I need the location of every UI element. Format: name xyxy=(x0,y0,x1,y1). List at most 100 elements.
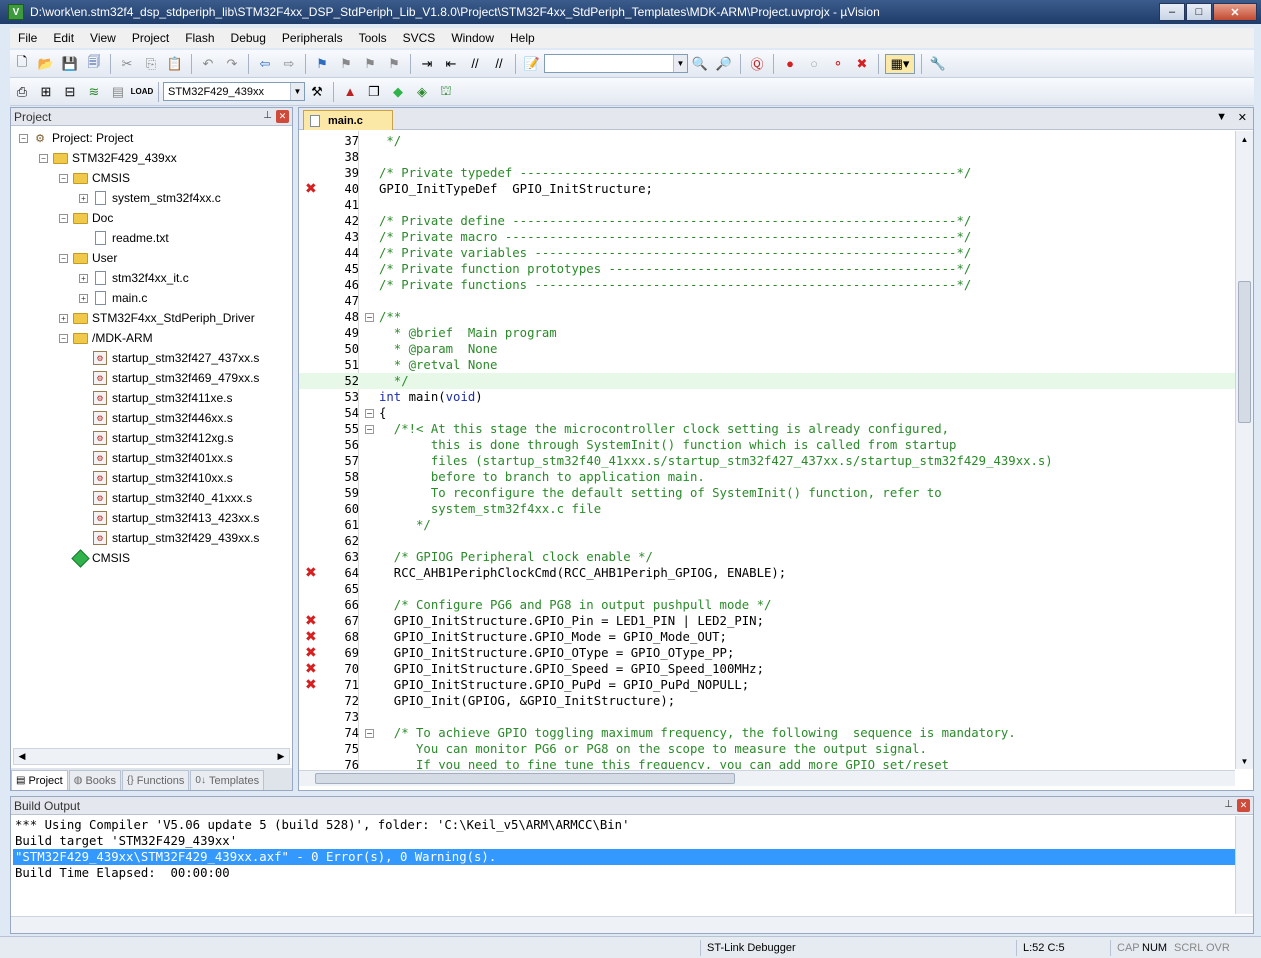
save-icon[interactable]: 💾 xyxy=(60,54,80,74)
error-x-icon[interactable]: ✖ xyxy=(305,678,317,692)
code-line[interactable]: 42 /* Private define --------------------… xyxy=(299,213,1235,229)
error-x-icon[interactable]: ✖ xyxy=(305,566,317,580)
manage-run-time-environment-icon[interactable]: ◆ xyxy=(388,82,408,102)
kill-all-breakpoints-icon[interactable]: ✖ xyxy=(852,54,872,74)
build-output-line[interactable]: *** Using Compiler 'V5.06 update 5 (buil… xyxy=(13,817,1237,833)
code-line[interactable]: 60 system_stm32f4xx.c file xyxy=(299,501,1235,517)
tree-item[interactable]: ⚙ startup_stm32f411xe.s xyxy=(79,388,233,408)
tab-project[interactable]: ▤ Project xyxy=(11,770,68,790)
code-line[interactable]: 54−{ xyxy=(299,405,1235,421)
code-line[interactable]: ✖ 70 GPIO_InitStructure.GPIO_Speed = GPIO… xyxy=(299,661,1235,677)
find-icon[interactable]: 🔍 xyxy=(690,54,710,74)
tree-item[interactable]: − CMSIS xyxy=(59,168,130,188)
batch-build-icon[interactable]: ≋ xyxy=(84,82,104,102)
build-output-line[interactable]: "STM32F429_439xx\STM32F429_439xx.axf" - … xyxy=(13,849,1237,865)
menu-window[interactable]: Window xyxy=(443,31,502,45)
code-line[interactable]: 45 /* Private function prototypes -------… xyxy=(299,261,1235,277)
code-line[interactable]: 72 GPIO_Init(GPIOG, &GPIO_InitStructure)… xyxy=(299,693,1235,709)
configure-icon[interactable]: 🔧 xyxy=(928,54,948,74)
code-line[interactable]: ✖ 64 RCC_AHB1PeriphClockCmd(RCC_AHB1Perip… xyxy=(299,565,1235,581)
disable-breakpoint-icon[interactable]: ○ xyxy=(804,54,824,74)
copy-icon[interactable]: ⎘ xyxy=(141,54,161,74)
code-line[interactable]: 53 int main(void) xyxy=(299,389,1235,405)
code-line[interactable]: ✖ 40 GPIO_InitTypeDef GPIO_InitStructure; xyxy=(299,181,1235,197)
error-x-icon[interactable]: ✖ xyxy=(305,182,317,196)
collapse-icon[interactable]: − xyxy=(59,253,68,263)
menu-svcs[interactable]: SVCS xyxy=(395,31,444,45)
fold-collapse-icon[interactable]: − xyxy=(365,409,374,418)
navigate-back-icon[interactable]: ⇦ xyxy=(255,54,275,74)
code-line[interactable]: 39 /* Private typedef -------------------… xyxy=(299,165,1235,181)
collapse-icon[interactable]: − xyxy=(59,173,68,183)
code-line[interactable]: 58 before to branch to application main. xyxy=(299,469,1235,485)
code-line[interactable]: 41 xyxy=(299,197,1235,213)
cut-icon[interactable]: ✂ xyxy=(117,54,137,74)
target-select[interactable]: STM32F429_439xx ▼ xyxy=(163,82,305,101)
close-icon[interactable]: ✕ xyxy=(1237,799,1250,812)
error-x-icon[interactable]: ✖ xyxy=(305,646,317,660)
close-tab-icon[interactable]: ✕ xyxy=(1238,111,1247,124)
fold-collapse-icon[interactable]: − xyxy=(365,425,374,434)
code-line[interactable]: 48−/** xyxy=(299,309,1235,325)
code-line[interactable]: 46 /* Private functions -----------------… xyxy=(299,277,1235,293)
code-line[interactable]: 43 /* Private macro ---------------------… xyxy=(299,229,1235,245)
menu-file[interactable]: File xyxy=(10,31,45,45)
tree-item[interactable]: + main.c xyxy=(79,288,147,308)
editor-vertical-scrollbar[interactable]: ▲ ▼ xyxy=(1235,131,1253,769)
tree-item[interactable]: + system_stm32f4xx.c xyxy=(79,188,221,208)
find-combo[interactable]: ▼ xyxy=(544,54,688,73)
editor-horizontal-scrollbar[interactable] xyxy=(299,770,1235,786)
code-line[interactable]: 61 */ xyxy=(299,517,1235,533)
translate-icon[interactable]: ⎙ xyxy=(12,82,32,102)
breakpoint-icon[interactable]: ● xyxy=(780,54,800,74)
next-bookmark-icon[interactable]: ⚑ xyxy=(360,54,380,74)
tree-item[interactable]: ⚙ startup_stm32f469_479xx.s xyxy=(79,368,259,388)
tree-item[interactable]: − STM32F429_439xx xyxy=(39,148,177,168)
tab-functions[interactable]: {} Functions xyxy=(122,770,190,790)
scrollbar-thumb[interactable] xyxy=(315,773,735,784)
scroll-left-icon[interactable]: ◀ xyxy=(14,749,30,764)
close-icon[interactable]: ✕ xyxy=(276,110,289,123)
build-output-line[interactable]: Build target 'STM32F429_439xx' xyxy=(13,833,1237,849)
save-all-icon[interactable]: 🗐 xyxy=(84,54,104,74)
menu-debug[interactable]: Debug xyxy=(223,31,274,45)
disable-all-breakpoints-icon[interactable]: ⚬ xyxy=(828,54,848,74)
tree-item[interactable]: − /MDK-ARM xyxy=(59,328,153,348)
tree-item[interactable]: ⚙ startup_stm32f401xx.s xyxy=(79,448,233,468)
fold-collapse-icon[interactable]: − xyxy=(365,729,374,738)
bookmark-icon[interactable]: ⚑ xyxy=(312,54,332,74)
code-line[interactable]: 52 */ xyxy=(299,373,1235,389)
menu-view[interactable]: View xyxy=(82,31,124,45)
error-x-icon[interactable]: ✖ xyxy=(305,630,317,644)
paste-icon[interactable]: 📋 xyxy=(165,54,185,74)
menu-edit[interactable]: Edit xyxy=(45,31,82,45)
load-icon[interactable]: LOAD xyxy=(131,82,154,102)
code-line[interactable]: 74− /* To achieve GPIO toggling maximum … xyxy=(299,725,1235,741)
tree-item[interactable]: readme.txt xyxy=(79,228,169,248)
target-options-icon[interactable]: ⚒ xyxy=(307,82,327,102)
code-line[interactable]: 57 files (startup_stm32f40_41xxx.s/start… xyxy=(299,453,1235,469)
code-line[interactable]: ✖ 71 GPIO_InitStructure.GPIO_PuPd = GPIO_… xyxy=(299,677,1235,693)
redo-icon[interactable]: ↷ xyxy=(222,54,242,74)
window-layout-icon[interactable]: ▦▾ xyxy=(885,53,915,74)
tree-item[interactable]: ⚙ startup_stm32f413_423xx.s xyxy=(79,508,259,528)
tree-item[interactable]: − Doc xyxy=(59,208,113,228)
build-icon[interactable]: ⊞ xyxy=(36,82,56,102)
code-line[interactable]: 50 * @param None xyxy=(299,341,1235,357)
tree-item[interactable]: ⚙ startup_stm32f427_437xx.s xyxy=(79,348,259,368)
undo-icon[interactable]: ↶ xyxy=(198,54,218,74)
error-x-icon[interactable]: ✖ xyxy=(305,662,317,676)
code-line[interactable]: ✖ 67 GPIO_InitStructure.GPIO_Pin = LED1_P… xyxy=(299,613,1235,629)
collapse-icon[interactable]: − xyxy=(59,213,68,223)
menu-tools[interactable]: Tools xyxy=(351,31,395,45)
menu-project[interactable]: Project xyxy=(124,31,177,45)
code-text-area[interactable]: 37 */38 39/* Private typedef ------------… xyxy=(299,131,1235,769)
code-line[interactable]: 44 /* Private variables -----------------… xyxy=(299,245,1235,261)
tab-templates[interactable]: 0↓ Templates xyxy=(190,770,265,790)
menu-flash[interactable]: Flash xyxy=(177,31,222,45)
build-output-line[interactable]: Build Time Elapsed: 00:00:00 xyxy=(13,865,1237,881)
scroll-right-icon[interactable]: ▶ xyxy=(273,749,289,764)
collapse-icon[interactable]: − xyxy=(59,333,68,343)
comment-icon[interactable]: // xyxy=(465,54,485,74)
tree-item[interactable]: + stm32f4xx_it.c xyxy=(79,268,189,288)
